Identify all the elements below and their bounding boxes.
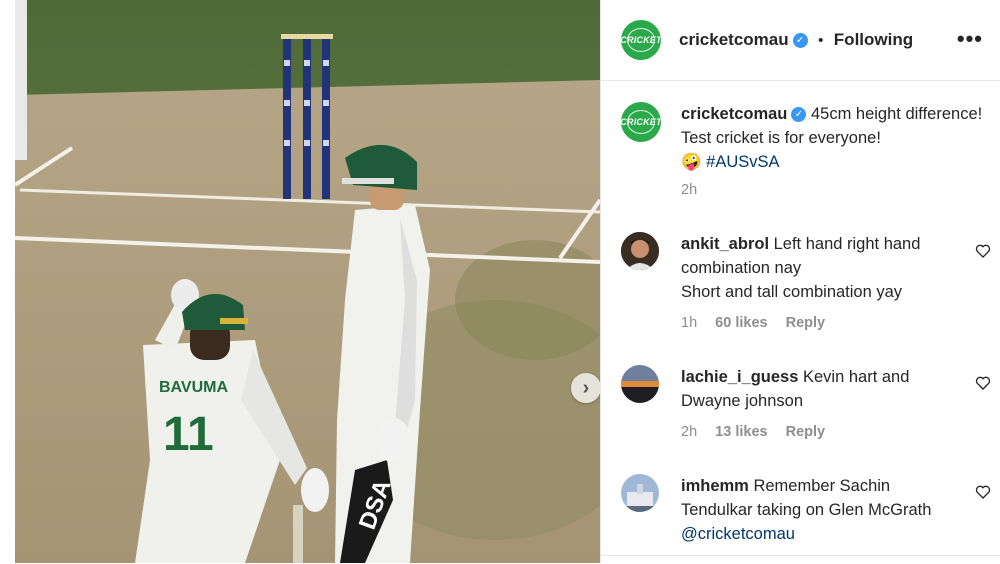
comment-item: imhemm Remember Sachin Tendulkar taking … — [681, 474, 951, 546]
cricket-photo-illustration: DSA BAVUMA 11 — [15, 0, 600, 563]
caption-avatar[interactable]: CRICKET — [621, 102, 661, 142]
account-username[interactable]: cricketcomau — [679, 30, 789, 49]
comment-item: ankit_abrol Left hand right hand combina… — [681, 232, 966, 304]
comment-likes[interactable]: 60 likes — [715, 315, 767, 331]
comment-likes[interactable]: 13 likes — [715, 424, 767, 440]
jersey-number: 11 — [163, 408, 214, 461]
separator-dot: • — [818, 32, 824, 49]
like-heart-icon[interactable] — [975, 484, 991, 500]
like-heart-icon[interactable] — [975, 375, 991, 391]
caption-hashtag[interactable]: #AUSvSA — [706, 153, 779, 171]
post-side-panel: CRICKET cricketcomau ✓ • Following ••• CR… — [600, 0, 1000, 563]
caption-username[interactable]: cricketcomau — [681, 105, 787, 123]
avatar[interactable] — [621, 474, 659, 512]
comment-text-line2: Short and tall combination yay — [681, 283, 903, 301]
caption-meta: 2h — [681, 182, 711, 198]
comment-time: 2h — [681, 424, 698, 440]
more-options-icon[interactable]: ••• — [957, 28, 983, 50]
comment-username[interactable]: lachie_i_guess — [681, 368, 798, 386]
verified-badge-icon: ✓ — [792, 33, 808, 49]
comment-meta: 2h 13 likes Reply — [681, 424, 839, 440]
post-caption: cricketcomau ✓ 45cm height difference! Te… — [681, 102, 986, 174]
caption-time: 2h — [681, 182, 698, 198]
next-photo-button[interactable]: › — [571, 373, 600, 403]
comment-mention[interactable]: @cricketcomau — [681, 525, 795, 543]
avatar[interactable] — [621, 365, 659, 403]
left-margin — [0, 0, 15, 563]
following-button[interactable]: Following — [834, 30, 913, 49]
reply-button[interactable]: Reply — [786, 315, 826, 331]
jersey-name: BAVUMA — [159, 379, 228, 396]
caption-emoji: 🤪 — [681, 153, 702, 171]
caption-verified-icon: ✓ — [791, 107, 807, 123]
like-heart-icon[interactable] — [975, 243, 991, 259]
post-header: CRICKET cricketcomau ✓ • Following ••• — [601, 0, 1000, 81]
account-avatar[interactable]: CRICKET — [621, 20, 661, 60]
comment-meta: 1h 60 likes Reply — [681, 315, 839, 331]
avatar[interactable] — [621, 232, 659, 270]
stumps — [281, 34, 333, 199]
post-photo[interactable]: DSA BAVUMA 11 › — [15, 0, 600, 563]
comment-time: 1h — [681, 315, 698, 331]
comment-username[interactable]: imhemm — [681, 477, 749, 495]
comment-username[interactable]: ankit_abrol — [681, 235, 769, 253]
comment-item: lachie_i_guess Kevin hart and Dwayne joh… — [681, 365, 921, 413]
reply-button[interactable]: Reply — [786, 424, 826, 440]
